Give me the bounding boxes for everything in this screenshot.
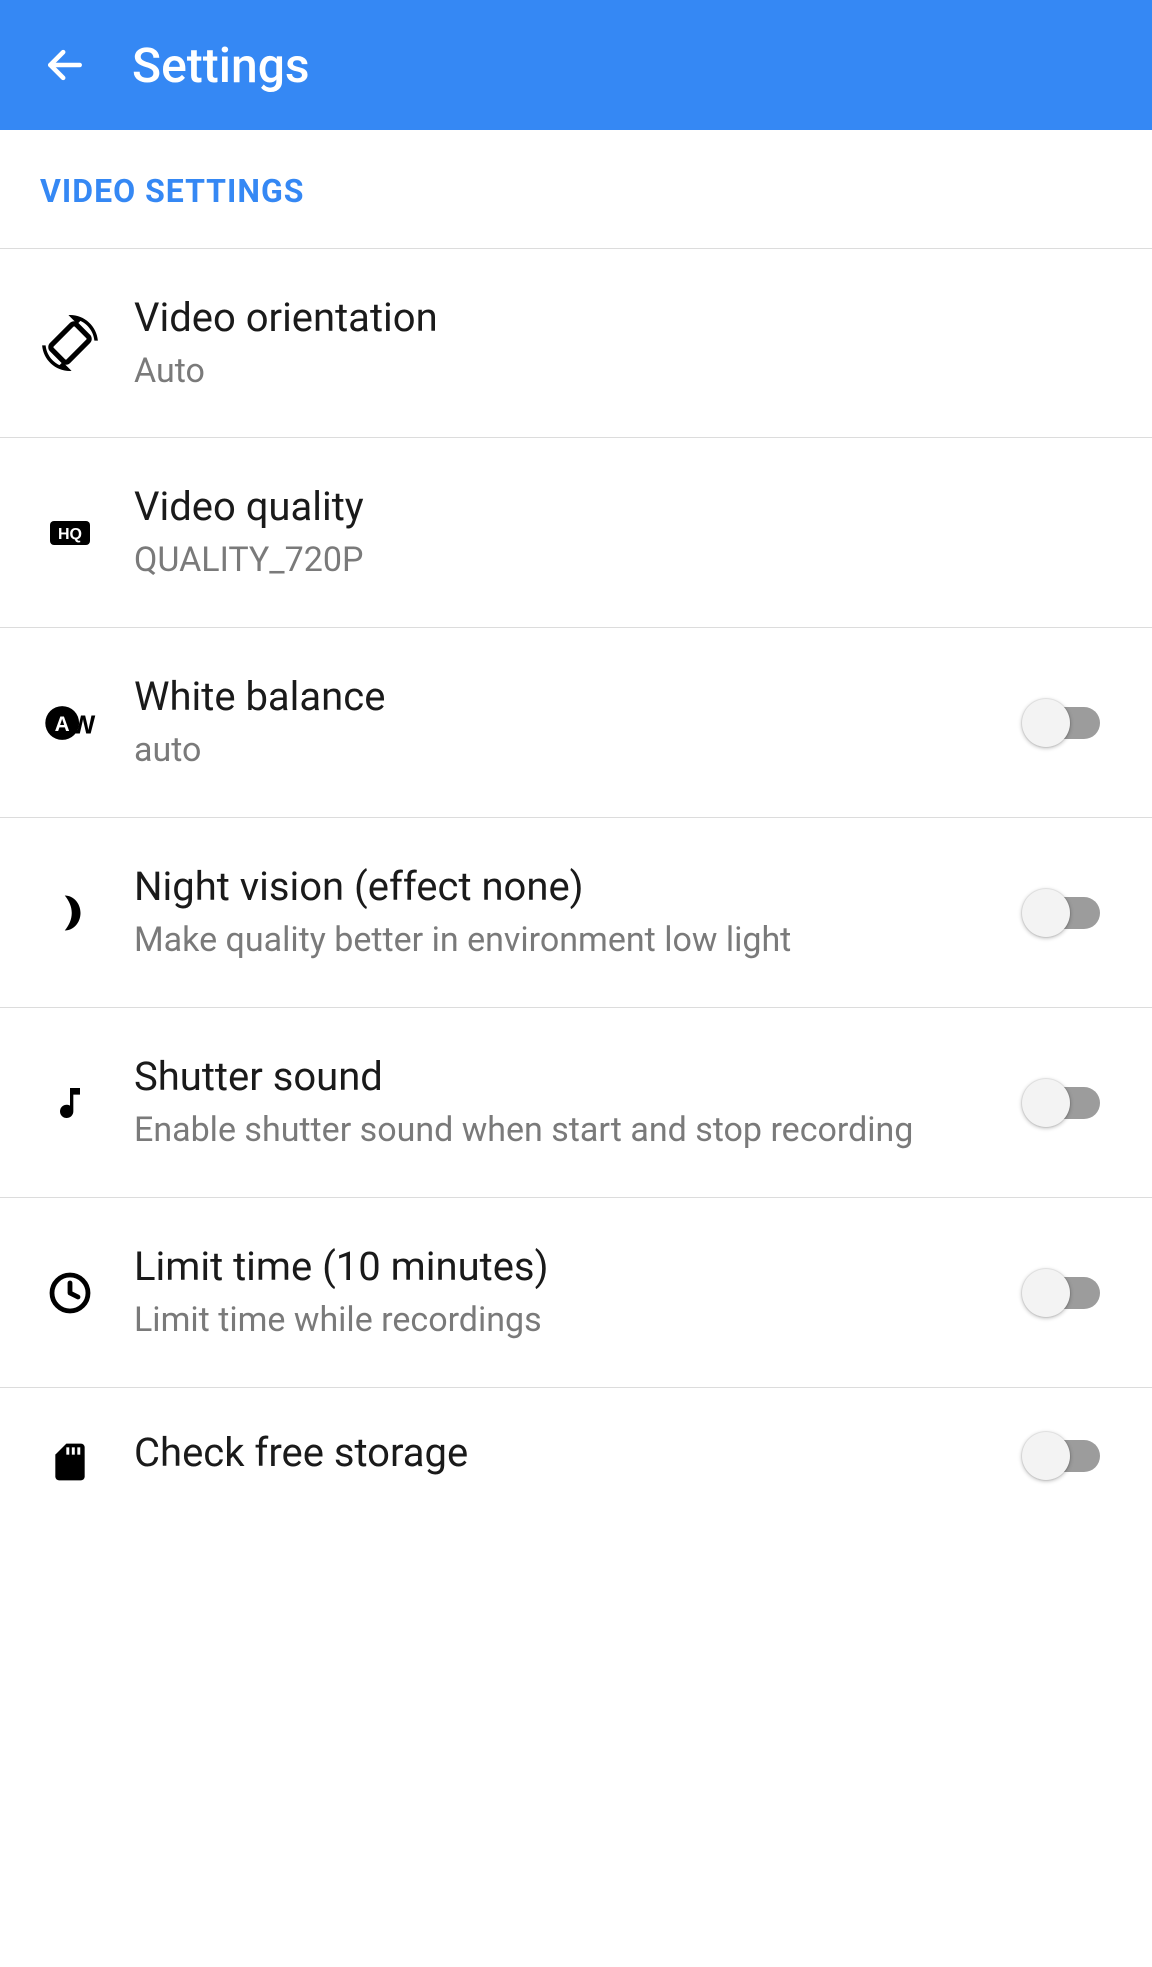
moon-icon xyxy=(40,883,100,943)
setting-value: QUALITY_720P xyxy=(134,538,1092,582)
clock-icon xyxy=(40,1263,100,1323)
setting-row-limit-time[interactable]: Limit time (10 minutes) Limit time while… xyxy=(0,1198,1152,1388)
section-header-video-settings: VIDEO SETTINGS xyxy=(0,130,1152,248)
setting-title: Shutter sound xyxy=(134,1052,1002,1102)
setting-description: Limit time while recordings xyxy=(134,1298,1002,1342)
screen-rotation-icon xyxy=(40,313,100,373)
music-note-icon xyxy=(40,1073,100,1133)
setting-value: Auto xyxy=(134,349,1092,393)
setting-title: Limit time (10 minutes) xyxy=(134,1242,1002,1292)
setting-title: Video orientation xyxy=(134,293,1092,343)
svg-text:A: A xyxy=(55,712,70,735)
setting-row-check-free-storage[interactable]: Check free storage xyxy=(0,1388,1152,1492)
back-arrow-icon xyxy=(43,43,87,87)
white-balance-toggle[interactable] xyxy=(1022,699,1112,747)
setting-value: auto xyxy=(134,728,1002,772)
setting-title: White balance xyxy=(134,672,1002,722)
setting-row-shutter-sound[interactable]: Shutter sound Enable shutter sound when … xyxy=(0,1008,1152,1198)
check-storage-toggle[interactable] xyxy=(1022,1432,1112,1480)
setting-title: Check free storage xyxy=(134,1428,1002,1478)
setting-title: Video quality xyxy=(134,482,1092,532)
setting-description: Enable shutter sound when start and stop… xyxy=(134,1108,1002,1152)
hq-icon: HQ xyxy=(40,503,100,563)
setting-row-night-vision[interactable]: Night vision (effect none) Make quality … xyxy=(0,818,1152,1008)
svg-text:HQ: HQ xyxy=(58,526,82,543)
back-button[interactable] xyxy=(40,40,90,90)
sd-card-icon xyxy=(40,1432,100,1492)
setting-row-video-orientation[interactable]: Video orientation Auto xyxy=(0,248,1152,438)
shutter-sound-toggle[interactable] xyxy=(1022,1079,1112,1127)
limit-time-toggle[interactable] xyxy=(1022,1269,1112,1317)
night-vision-toggle[interactable] xyxy=(1022,889,1112,937)
svg-text:W: W xyxy=(71,709,96,739)
auto-white-balance-icon: A W xyxy=(40,693,100,753)
setting-description: Make quality better in environment low l… xyxy=(134,918,1002,962)
setting-row-white-balance[interactable]: A W White balance auto xyxy=(0,628,1152,818)
app-header: Settings xyxy=(0,0,1152,130)
setting-row-video-quality[interactable]: HQ Video quality QUALITY_720P xyxy=(0,438,1152,628)
setting-title: Night vision (effect none) xyxy=(134,862,1002,912)
page-title: Settings xyxy=(132,37,310,94)
